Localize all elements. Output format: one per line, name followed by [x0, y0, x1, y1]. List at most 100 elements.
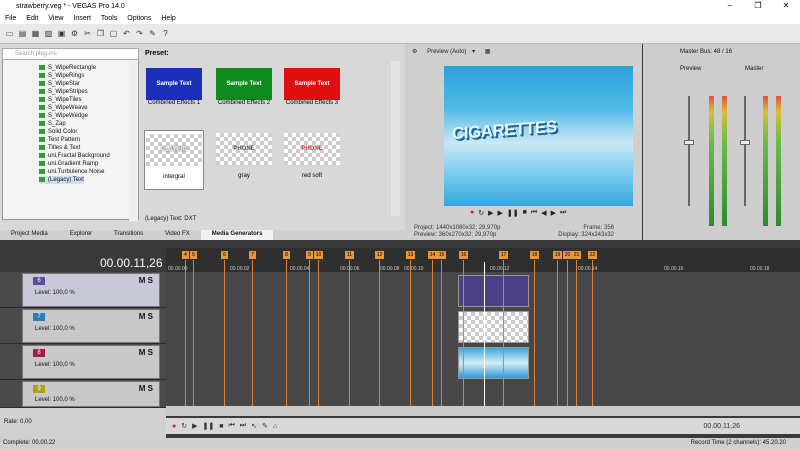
tree-item[interactable]: uni.Fractal Background [39, 152, 110, 160]
timeline-ruler[interactable] [166, 248, 800, 272]
copy-icon[interactable]: ❐ [95, 28, 106, 39]
marker[interactable]: 9 [306, 251, 313, 259]
marker[interactable]: 22 [588, 251, 597, 259]
tab-transitions[interactable]: Transitions [103, 230, 154, 240]
track-level[interactable]: Level: 100,0 % [35, 362, 75, 368]
record-icon[interactable]: ● [470, 209, 474, 221]
track-header[interactable]: 7 M S Level: 100,0 % [22, 309, 160, 343]
minimize-button[interactable]: – [716, 0, 744, 12]
marker[interactable]: 17 [499, 251, 508, 259]
go-start-icon[interactable]: ⏮ [228, 422, 234, 430]
tree-item[interactable]: S_WipeWedge [39, 112, 88, 120]
preset-combined-3[interactable]: Sample Text Combined Effects 3 [282, 68, 342, 112]
marker[interactable]: 19 [553, 251, 562, 259]
marker[interactable]: 12 [375, 251, 384, 259]
tree-item[interactable]: Solid Color [39, 128, 77, 136]
menu-options[interactable]: Options [122, 15, 156, 22]
prev-frame-icon[interactable]: ◀ [541, 209, 546, 221]
preset-red-soft[interactable]: PHONE red soft [282, 133, 342, 179]
track-level[interactable]: Level: 100,0 % [35, 397, 75, 403]
marker[interactable]: 10 [314, 251, 323, 259]
stop-icon[interactable]: ■ [219, 423, 223, 430]
cut-icon[interactable]: ✂ [82, 28, 93, 39]
menu-edit[interactable]: Edit [21, 15, 43, 22]
playback-rate[interactable]: Rate: 0,00 [4, 419, 32, 425]
mute-solo[interactable]: M S [139, 276, 153, 285]
close-button[interactable]: ✕ [772, 0, 800, 12]
marker[interactable]: 7 [249, 251, 256, 259]
record-icon[interactable]: ● [172, 423, 176, 430]
tree-item[interactable]: S_Zap [39, 120, 66, 128]
track-level[interactable]: Level: 100,0 % [35, 290, 75, 296]
preset-combined-1[interactable]: Sample Text Combined Effects 1 [144, 68, 204, 112]
pause-icon[interactable]: ❚❚ [507, 209, 519, 221]
track-header[interactable]: 8 M S Level: 100,0 % [22, 345, 160, 379]
save-as-icon[interactable]: ▧ [43, 28, 54, 39]
tree-scrollbar[interactable] [129, 61, 138, 221]
marker[interactable]: 6 [221, 251, 228, 259]
marker[interactable]: 16 [459, 251, 468, 259]
marker[interactable]: 21 [572, 251, 581, 259]
undo-icon[interactable]: ↶ [121, 28, 132, 39]
maximize-button[interactable]: ❐ [744, 0, 772, 12]
clip-sky-event[interactable] [458, 347, 529, 379]
mute-solo[interactable]: M S [139, 312, 153, 321]
preview-settings-icon[interactable]: ⚙ [412, 49, 417, 55]
marker[interactable]: 20 [563, 251, 572, 259]
tree-item[interactable]: Test Pattern [39, 136, 80, 144]
preview-mode-select[interactable]: Preview (Auto) [427, 49, 466, 55]
marker[interactable]: 11 [345, 251, 354, 259]
edit-tool-icon[interactable]: ↖ [251, 422, 257, 430]
open-folder-icon[interactable]: ▤ [17, 28, 28, 39]
tab-video-fx[interactable]: Video FX [154, 230, 201, 240]
loop-icon[interactable]: ↻ [181, 422, 187, 430]
play-icon[interactable]: ▶ [498, 209, 503, 221]
tab-explorer[interactable]: Explorer [59, 230, 103, 240]
new-project-icon[interactable]: ▭ [4, 28, 15, 39]
timeline-scrollbar[interactable] [166, 406, 800, 416]
plugin-search-input[interactable]: Search plug-ins [2, 48, 139, 60]
save-icon[interactable]: ▦ [30, 28, 41, 39]
preview-fader[interactable] [684, 140, 694, 145]
tree-item[interactable]: uni.Turbulence Noise [39, 168, 104, 176]
preset-intergral[interactable]: PLAYING intergral [144, 130, 204, 190]
snap-icon[interactable]: ⌂ [273, 423, 277, 430]
master-fader[interactable] [740, 140, 750, 145]
stop-icon[interactable]: ■ [523, 209, 527, 221]
tree-item[interactable]: S_WipeTiles [39, 96, 81, 104]
menu-file[interactable]: File [0, 15, 21, 22]
tree-item[interactable]: S_WipeRectangle [39, 64, 96, 72]
tree-item[interactable]: S_WipeStar [39, 80, 80, 88]
marker[interactable]: 13 [406, 251, 415, 259]
redo-icon[interactable]: ↷ [134, 28, 145, 39]
track-level[interactable]: Level: 100,0 % [35, 326, 75, 332]
chevron-down-icon[interactable]: ▾ [472, 49, 475, 55]
tree-item-selected[interactable]: (Legacy) Text [39, 176, 84, 184]
go-end-icon[interactable]: ⏭ [240, 422, 246, 430]
marker[interactable]: 8 [283, 251, 290, 259]
loop-icon[interactable]: ↻ [478, 209, 484, 221]
tab-media-generators[interactable]: Media Generators [200, 230, 274, 240]
next-frame-icon[interactable]: ▶ [551, 209, 556, 221]
envelope-tool-icon[interactable]: ✎ [262, 422, 268, 430]
paste-icon[interactable]: ▢ [108, 28, 119, 39]
marker[interactable]: 18 [530, 251, 539, 259]
menu-insert[interactable]: Insert [68, 15, 96, 22]
preset-combined-2[interactable]: Sample Text Combined Effects 2 [214, 68, 274, 112]
marker[interactable]: 4 [182, 251, 189, 259]
menu-view[interactable]: View [43, 15, 68, 22]
mute-solo[interactable]: M S [139, 384, 153, 393]
menu-tools[interactable]: Tools [96, 15, 122, 22]
tree-item[interactable]: S_WipeStripes [39, 88, 88, 96]
marker[interactable]: 14 [428, 251, 437, 259]
play-icon[interactable]: ▶ [192, 422, 197, 430]
go-end-icon[interactable]: ⏭ [560, 209, 566, 221]
track-header[interactable]: 6 M S Level: 100,0 % [22, 273, 160, 307]
render-icon[interactable]: ▣ [56, 28, 67, 39]
preset-gray[interactable]: PHONE gray [214, 133, 274, 179]
tree-item[interactable]: uni.Gradient Ramp [39, 160, 98, 168]
track-header[interactable]: 9 M S Level: 100,0 % [22, 381, 160, 407]
mute-solo[interactable]: M S [139, 348, 153, 357]
pause-icon[interactable]: ❚❚ [203, 422, 215, 430]
tree-item[interactable]: S_WipeWeave [39, 104, 88, 112]
